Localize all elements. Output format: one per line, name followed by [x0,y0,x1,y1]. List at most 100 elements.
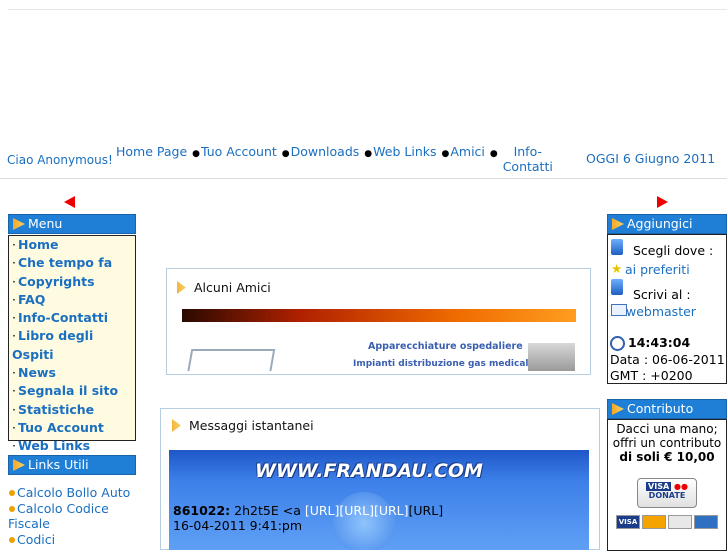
payment-cards: VISA [608,514,726,529]
aggiungici-box: Scegli dove : ★ ai preferiti Scrivi al :… [607,234,727,384]
message-url-link[interactable]: [URL] [339,503,374,518]
clock-icon [610,336,625,351]
messages-title: Messaggi istantanei [172,418,314,433]
header-banner-area [8,9,727,143]
choose-label: Scegli dove : [633,243,714,258]
menu-item-label: FAQ [17,291,46,307]
clock-time: 14:43:04 [628,335,691,350]
menu-item-label: Segnala il sito [17,383,119,399]
message-timestamp: 16-04-2011 9:41:pm [173,518,303,533]
message-url-link[interactable]: [URL] [409,503,444,518]
friends-title: Alcuni Amici [177,280,271,295]
messages-box: WWW.FRANDAU.COM 861022: 2h2t5E <a [URL][… [169,450,589,550]
top-navigation: Home Page ●Tuo Account ●Downloads ●Web Link… [116,144,566,174]
message-entry: 861022: 2h2t5E <a [URL][URL][URL][URL] 1… [173,503,443,533]
bullet-icon: · [12,419,16,435]
nav-tuo-account[interactable]: Tuo Account [201,144,277,159]
donate-label: DONATE [648,491,686,500]
nav-amici[interactable]: Amici [450,144,485,159]
menu-item-news[interactable]: · News [9,364,135,382]
arrow-icon [13,218,25,230]
card-icon [668,514,692,529]
nav-info-contatti[interactable]: Info-Contatti [499,144,557,174]
today-date: OGGI 6 Giugno 2011 [586,151,716,166]
bullet-icon: · [12,438,16,454]
friends-title-text: Alcuni Amici [194,280,271,295]
contributo-box: Dacci una mano; offri un contributo di s… [607,419,727,551]
link-label: Calcolo Codice Fiscale [8,500,109,532]
menu-item-label: Info-Contatti [17,310,109,326]
bullet-icon: ● [489,149,498,159]
aggiungici-header: Aggiungici [607,214,727,234]
bullet-icon: · [12,237,16,252]
webmaster-link[interactable]: webmaster [626,304,696,319]
visa-card-icon: VISA [646,482,672,491]
messages-title-text: Messaggi istantanei [189,418,314,433]
card-icon [694,514,718,529]
arrow-left-icon[interactable] [64,196,75,208]
nav-downloads[interactable]: Downloads [291,144,360,159]
menu-item-info-contatti[interactable]: · Info-Contatti [9,309,135,327]
contributo-title: Contributo [627,401,694,416]
menu-item-segnala[interactable]: · Segnala il sito [9,382,135,400]
menu-item-label: Che tempo fa [17,255,113,271]
menu-item-statistiche[interactable]: · Statistiche [9,401,135,419]
visa-card-icon: VISA [616,514,640,529]
donate-button[interactable]: VISA ●● DONATE [637,478,697,508]
menu-item-che-tempo-fa[interactable]: · Che tempo fa [9,254,135,272]
menu-header: Menu [8,214,136,234]
book-icon [611,279,623,295]
mastercard-icon: ●● [673,482,688,491]
nav-home-page[interactable]: Home Page [116,144,187,159]
bullet-icon [9,536,15,543]
links-header: Links Utili [8,455,136,475]
menu-item-label: Libro degli Ospiti [12,328,94,362]
star-icon: ★ [611,261,623,276]
advert-line2: Impianti distribuzione gas medicali [353,359,532,369]
menu-item-label: Home [17,237,59,252]
write-label: Scrivi al : [633,287,691,302]
bullet-icon: ● [441,149,450,159]
menu-item-label: News [17,365,56,381]
menu-item-home[interactable]: · Home [9,236,135,254]
link-calcolo-bollo[interactable]: Calcolo Bollo Auto [8,485,148,501]
menu-item-libro-ospiti[interactable]: · Libro degli Ospiti [9,327,135,364]
menu-item-label: Tuo Account [17,419,104,435]
menu-item-faq[interactable]: · FAQ [9,291,135,309]
arrow-right-icon[interactable] [657,196,668,208]
mastercard-icon [642,514,666,529]
message-text: 2h2t5E <a [234,503,301,518]
machine-image [528,343,575,371]
link-calcolo-codice[interactable]: Calcolo Codice Fiscale [8,501,148,532]
favorites-link[interactable]: ai preferiti [625,262,690,277]
message-url-link[interactable]: [URL] [305,503,340,518]
message-url-link[interactable]: [URL] [374,503,409,518]
menu-item-label: Statistiche [17,401,95,417]
contrib-line1: Dacci una mano; [616,422,718,436]
bullet-icon: · [12,365,16,381]
frandau-logo-text: WWW.FRANDAU.COM [255,460,483,482]
friends-banner[interactable] [182,309,576,322]
advert-banner[interactable]: Apparecchiature ospedaliere Impianti dis… [183,337,575,371]
bullet-icon: ● [364,149,373,159]
advert-line1: Apparecchiature ospedaliere [368,341,523,352]
bullet-icon: · [12,328,16,344]
message-id: 861022: [173,503,231,518]
contrib-line3: di soli € 10,00 [619,450,715,464]
date-readout: Data : 06-06-2011 [610,352,725,367]
link-label: Calcolo Bollo Auto [17,485,131,500]
nav-web-links[interactable]: Web Links [373,144,436,159]
menu-title: Menu [28,216,63,231]
menu-item-web-links[interactable]: · Web Links [9,437,135,455]
bullet-icon [9,505,15,512]
menu-item-copyrights[interactable]: · Copyrights [9,273,135,291]
menu-item-tuo-account[interactable]: · Tuo Account [9,419,135,437]
contrib-line2: offri un contributo [612,436,722,450]
arrow-icon [13,459,25,471]
arrow-icon [172,419,181,432]
bullet-icon: · [12,291,16,307]
arrow-icon [612,403,624,415]
contributo-header: Contributo [607,399,727,419]
bullet-icon: ● [281,149,290,159]
menu-list: · Home · Che tempo fa · Copyrights · FAQ · In… [8,235,136,453]
